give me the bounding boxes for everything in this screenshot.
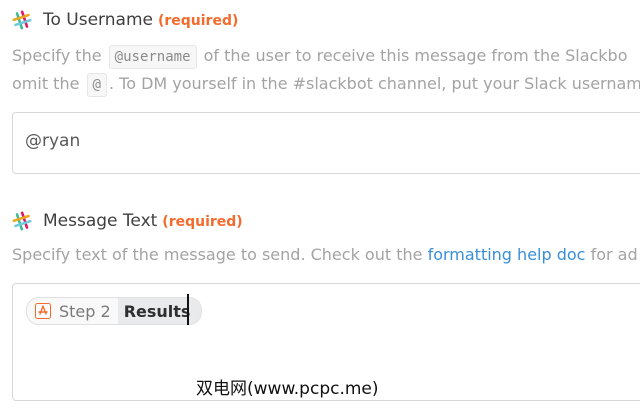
- to-username-help-line-1: Specify the @username of the user to rec…: [12, 42, 628, 70]
- slack-icon: [12, 10, 32, 30]
- slack-icon: [12, 211, 32, 231]
- message-text-label-row: Message Text (required): [0, 209, 640, 237]
- formatting-help-link[interactable]: formatting help doc: [428, 245, 586, 264]
- required-indicator: (required): [157, 13, 239, 29]
- to-username-label-row: To Username (required): [0, 8, 640, 36]
- app-trigger-icon: [33, 298, 53, 324]
- to-username-help-line-2: omit the @. To DM yourself in the #slack…: [12, 70, 640, 98]
- to-username-field: To Username (required) Specify the @usern…: [0, 8, 640, 174]
- message-text-field: Message Text (required) Specify text of t…: [0, 209, 640, 401]
- to-username-label: To Username (required): [43, 10, 239, 30]
- text-cursor: [187, 294, 189, 325]
- token-step-label: Step 2: [59, 301, 111, 321]
- to-username-input[interactable]: @ryan: [12, 112, 640, 174]
- step-field-token[interactable]: Step 2 Results: [26, 297, 203, 325]
- watermark: 双电网(www.pcpc.me): [196, 379, 379, 399]
- code-username: @username: [108, 45, 197, 69]
- code-at: @: [86, 73, 107, 97]
- message-text-help: Specify text of the message to send. Che…: [12, 245, 638, 264]
- to-username-value: @ryan: [25, 131, 81, 151]
- message-text-label: Message Text (required): [43, 211, 243, 231]
- required-indicator: (required): [162, 214, 243, 230]
